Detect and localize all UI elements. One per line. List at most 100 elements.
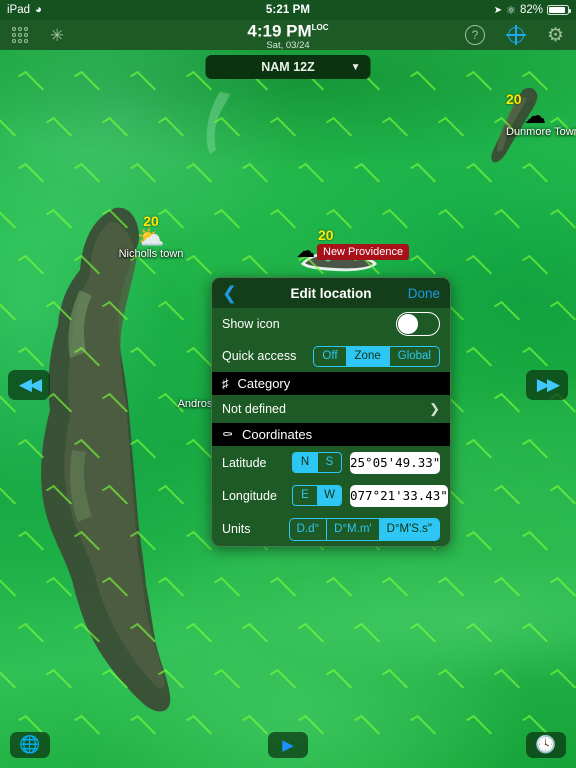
wind-barb-icon xyxy=(465,622,493,647)
time-history-button[interactable]: 🕓 xyxy=(526,732,566,758)
wind-barb-icon xyxy=(493,484,521,509)
wind-barb-icon xyxy=(269,116,297,141)
cloud-icon: ☁ xyxy=(524,103,546,128)
wind-barb-icon xyxy=(185,162,213,187)
latitude-row: Latitude N S 25°05'49.33" xyxy=(212,446,450,479)
wind-barb-icon xyxy=(0,576,17,601)
next-frame-button[interactable]: ▶▶ xyxy=(526,370,568,400)
category-value: Not defined xyxy=(222,402,286,416)
wind-barb-icon xyxy=(157,300,185,325)
longitude-row: Longitude E W 077°21'33.43" xyxy=(212,479,450,512)
units-option-degrees-minutes-seconds[interactable]: D°M'S.s" xyxy=(378,518,439,540)
poi-label: Dunmore Town xyxy=(506,126,576,138)
wind-barb-icon xyxy=(521,162,549,187)
wind-barb-icon xyxy=(17,70,45,95)
map-poi-dunmore-town[interactable]: 20 ☁ Dunmore Town xyxy=(506,92,576,139)
wind-barb-icon xyxy=(185,530,213,555)
longitude-option-east[interactable]: E xyxy=(293,486,317,505)
star-icon[interactable]: ✳ xyxy=(50,27,64,44)
map-poi-nicholls-town[interactable]: 20 ⛅ Nicholls town xyxy=(106,214,196,261)
wind-barb-icon xyxy=(45,116,73,141)
wind-barb-icon xyxy=(437,116,465,141)
units-label: Units xyxy=(222,522,251,536)
apps-grid-icon[interactable] xyxy=(12,27,28,43)
wind-barb-icon xyxy=(73,622,101,647)
chevron-left-icon[interactable]: ❮ xyxy=(222,284,237,302)
wind-barb-icon xyxy=(269,576,297,601)
longitude-input[interactable]: 077°21'33.43" xyxy=(350,484,448,507)
globe-layers-icon: 🌐 xyxy=(19,735,41,754)
latitude-option-north[interactable]: N xyxy=(293,453,317,472)
longitude-option-west[interactable]: W xyxy=(317,486,341,505)
wind-barb-icon xyxy=(521,530,549,555)
latitude-option-south[interactable]: S xyxy=(317,453,341,472)
map-layers-button[interactable]: 🌐 xyxy=(10,732,50,758)
quick-access-option-zone[interactable]: Zone xyxy=(345,346,389,366)
wind-barb-icon xyxy=(381,576,409,601)
wind-barb-icon xyxy=(185,714,213,739)
poi-label: New Providence xyxy=(317,244,410,260)
clock-suffix: LOC xyxy=(311,23,329,33)
wind-barb-icon xyxy=(353,714,381,739)
crosshair-target-icon[interactable] xyxy=(505,25,526,45)
category-value-row[interactable]: Not defined ❯ xyxy=(212,395,450,423)
map-poi-new-providence[interactable]: 20 ☁ New Providence xyxy=(296,228,426,262)
wind-barb-icon xyxy=(45,668,73,693)
wind-barb-icon xyxy=(325,116,353,141)
wind-barb-icon xyxy=(101,116,129,141)
units-option-decimal-degrees[interactable]: D.d° xyxy=(290,519,326,540)
wind-barb-icon xyxy=(101,392,129,417)
wind-barb-icon xyxy=(73,714,101,739)
latitude-input[interactable]: 25°05'49.33" xyxy=(350,451,441,474)
wind-barb-icon xyxy=(17,346,45,371)
done-button[interactable]: Done xyxy=(408,286,440,301)
wind-barb-icon xyxy=(17,438,45,463)
wind-barb-icon xyxy=(157,116,185,141)
wind-barb-icon xyxy=(157,576,185,601)
wind-barb-icon xyxy=(129,438,157,463)
wind-barb-icon xyxy=(493,300,521,325)
wind-barb-icon xyxy=(73,162,101,187)
wind-barb-icon xyxy=(73,346,101,371)
wind-barb-icon xyxy=(297,622,325,647)
wind-barb-icon xyxy=(213,116,241,141)
wind-barb-icon xyxy=(213,668,241,693)
wind-barb-icon xyxy=(157,484,185,509)
wind-barb-icon xyxy=(465,162,493,187)
coordinates-section-header: ⚰ Coordinates xyxy=(212,423,450,446)
gear-icon[interactable]: ⚙ xyxy=(547,26,564,45)
wind-barb-icon xyxy=(437,208,465,233)
poi-temperature: 20 xyxy=(318,227,334,243)
chevron-right-icon: ❯ xyxy=(429,401,440,416)
units-segmented-control: D.d° D°M.m' D°M'S.s" xyxy=(288,517,440,541)
wind-barb-icon xyxy=(465,254,493,279)
weather-model-selector[interactable]: NAM 12Z ▼ xyxy=(205,55,371,79)
wind-barb-icon xyxy=(129,346,157,371)
wind-barb-icon xyxy=(325,668,353,693)
dialog-header: ❮ Edit location Done xyxy=(212,278,450,308)
category-section-title: Category xyxy=(237,376,291,391)
wind-barb-icon xyxy=(129,70,157,95)
poi-label: Nicholls town xyxy=(118,248,184,260)
show-icon-toggle[interactable] xyxy=(396,312,440,336)
location-arrow-icon: ➤ xyxy=(493,4,503,16)
wind-barb-icon xyxy=(465,530,493,555)
question-mark-icon[interactable]: ? xyxy=(464,25,485,45)
wind-barb-icon xyxy=(269,668,297,693)
wind-barb-icon xyxy=(45,208,73,233)
wind-barb-icon xyxy=(241,714,269,739)
wind-barb-icon xyxy=(465,714,493,739)
units-option-degrees-minutes[interactable]: D°M.m' xyxy=(326,518,378,540)
wind-barb-icon xyxy=(409,162,437,187)
wind-barb-icon xyxy=(297,162,325,187)
wind-barb-icon xyxy=(465,346,493,371)
quick-access-option-global[interactable]: Global xyxy=(388,346,439,366)
animation-play-button[interactable]: ▶ xyxy=(268,732,308,758)
prev-frame-button[interactable]: ◀◀ xyxy=(8,370,50,400)
wind-barb-icon xyxy=(549,484,576,509)
wind-barb-icon xyxy=(269,208,297,233)
wind-barb-icon xyxy=(45,576,73,601)
clock-history-icon: 🕓 xyxy=(535,735,557,754)
wind-barb-icon xyxy=(521,346,549,371)
quick-access-option-off[interactable]: Off xyxy=(314,347,345,366)
